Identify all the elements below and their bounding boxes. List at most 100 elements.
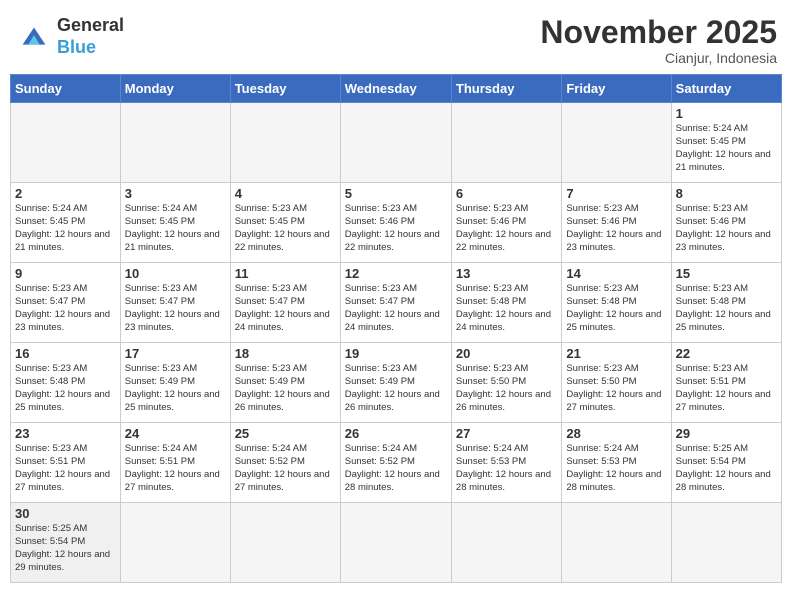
day-info: Sunrise: 5:23 AMSunset: 5:48 PMDaylight:… <box>15 363 116 414</box>
day-info: Sunrise: 5:23 AMSunset: 5:46 PMDaylight:… <box>676 203 777 254</box>
location: Cianjur, Indonesia <box>540 50 777 66</box>
calendar-week-4: 16Sunrise: 5:23 AMSunset: 5:48 PMDayligh… <box>11 343 782 423</box>
day-number: 23 <box>15 426 116 441</box>
title-block: November 2025 Cianjur, Indonesia <box>540 15 777 66</box>
calendar-cell <box>562 503 671 583</box>
calendar-cell: 10Sunrise: 5:23 AMSunset: 5:47 PMDayligh… <box>120 263 230 343</box>
calendar-cell: 23Sunrise: 5:23 AMSunset: 5:51 PMDayligh… <box>11 423 121 503</box>
calendar-week-1: 1 Sunrise: 5:24 AMSunset: 5:45 PMDaylight… <box>11 103 782 183</box>
header-monday: Monday <box>120 75 230 103</box>
calendar-week-6: 30 Sunrise: 5:25 AMSunset: 5:54 PMDayligh… <box>11 503 782 583</box>
calendar-cell: 11 Sunrise: 5:23 AMSunset: 5:47 PMDayligh… <box>230 263 340 343</box>
day-info: Sunrise: 5:23 AMSunset: 5:47 PMDaylight:… <box>235 283 336 334</box>
day-number: 28 <box>566 426 666 441</box>
header-sunday: Sunday <box>11 75 121 103</box>
header-wednesday: Wednesday <box>340 75 451 103</box>
calendar-cell: 3 Sunrise: 5:24 AMSunset: 5:45 PMDaylight… <box>120 183 230 263</box>
calendar-cell: 29Sunrise: 5:25 AMSunset: 5:54 PMDayligh… <box>671 423 781 503</box>
day-number: 14 <box>566 266 666 281</box>
day-number: 26 <box>345 426 447 441</box>
day-number: 13 <box>456 266 557 281</box>
day-number: 1 <box>676 106 777 121</box>
calendar-cell: 17Sunrise: 5:23 AMSunset: 5:49 PMDayligh… <box>120 343 230 423</box>
header-tuesday: Tuesday <box>230 75 340 103</box>
calendar-cell: 16Sunrise: 5:23 AMSunset: 5:48 PMDayligh… <box>11 343 121 423</box>
calendar-cell <box>11 103 121 183</box>
calendar-cell: 25 Sunrise: 5:24 AMSunset: 5:52 PMDayligh… <box>230 423 340 503</box>
calendar-cell: 21Sunrise: 5:23 AMSunset: 5:50 PMDayligh… <box>562 343 671 423</box>
calendar-cell: 13 Sunrise: 5:23 AMSunset: 5:48 PMDayligh… <box>451 263 561 343</box>
month-title: November 2025 <box>540 15 777 50</box>
calendar-cell: 27Sunrise: 5:24 AMSunset: 5:53 PMDayligh… <box>451 423 561 503</box>
day-number: 9 <box>15 266 116 281</box>
day-number: 18 <box>235 346 336 361</box>
calendar-cell: 6 Sunrise: 5:23 AMSunset: 5:46 PMDaylight… <box>451 183 561 263</box>
day-info: Sunrise: 5:23 AMSunset: 5:48 PMDaylight:… <box>676 283 777 334</box>
day-info: Sunrise: 5:24 AMSunset: 5:45 PMDaylight:… <box>125 203 226 254</box>
header-friday: Friday <box>562 75 671 103</box>
day-info: Sunrise: 5:24 AMSunset: 5:45 PMDaylight:… <box>15 203 116 254</box>
day-info: Sunrise: 5:23 AMSunset: 5:47 PMDaylight:… <box>345 283 447 334</box>
generalblue-logo-icon <box>15 18 53 56</box>
day-info: Sunrise: 5:23 AMSunset: 5:50 PMDaylight:… <box>456 363 557 414</box>
day-number: 21 <box>566 346 666 361</box>
day-number: 5 <box>345 186 447 201</box>
calendar-cell: 4Sunrise: 5:23 AMSunset: 5:45 PMDaylight… <box>230 183 340 263</box>
day-number: 6 <box>456 186 557 201</box>
calendar-cell: 22Sunrise: 5:23 AMSunset: 5:51 PMDayligh… <box>671 343 781 423</box>
day-number: 8 <box>676 186 777 201</box>
day-number: 25 <box>235 426 336 441</box>
day-info: Sunrise: 5:23 AMSunset: 5:49 PMDaylight:… <box>125 363 226 414</box>
day-info: Sunrise: 5:23 AMSunset: 5:49 PMDaylight:… <box>345 363 447 414</box>
calendar-cell: 12Sunrise: 5:23 AMSunset: 5:47 PMDayligh… <box>340 263 451 343</box>
logo: General Blue <box>15 15 124 58</box>
calendar-week-5: 23Sunrise: 5:23 AMSunset: 5:51 PMDayligh… <box>11 423 782 503</box>
day-info: Sunrise: 5:23 AMSunset: 5:48 PMDaylight:… <box>566 283 666 334</box>
calendar-cell: 30 Sunrise: 5:25 AMSunset: 5:54 PMDayligh… <box>11 503 121 583</box>
day-info: Sunrise: 5:23 AMSunset: 5:46 PMDaylight:… <box>566 203 666 254</box>
day-number: 19 <box>345 346 447 361</box>
day-info: Sunrise: 5:23 AMSunset: 5:46 PMDaylight:… <box>456 203 557 254</box>
day-number: 20 <box>456 346 557 361</box>
day-number: 10 <box>125 266 226 281</box>
day-number: 24 <box>125 426 226 441</box>
calendar-cell <box>340 103 451 183</box>
day-info: Sunrise: 5:23 AMSunset: 5:48 PMDaylight:… <box>456 283 557 334</box>
page-header: General Blue November 2025 Cianjur, Indo… <box>10 10 782 66</box>
day-info: Sunrise: 5:24 AMSunset: 5:53 PMDaylight:… <box>456 443 557 494</box>
header-saturday: Saturday <box>671 75 781 103</box>
logo-text: General Blue <box>57 15 124 58</box>
calendar-week-3: 9 Sunrise: 5:23 AMSunset: 5:47 PMDaylight… <box>11 263 782 343</box>
day-info: Sunrise: 5:23 AMSunset: 5:47 PMDaylight:… <box>15 283 116 334</box>
day-info: Sunrise: 5:23 AMSunset: 5:51 PMDaylight:… <box>676 363 777 414</box>
calendar-cell <box>120 503 230 583</box>
day-info: Sunrise: 5:23 AMSunset: 5:49 PMDaylight:… <box>235 363 336 414</box>
day-info: Sunrise: 5:23 AMSunset: 5:46 PMDaylight:… <box>345 203 447 254</box>
calendar-table: SundayMondayTuesdayWednesdayThursdayFrid… <box>10 74 782 583</box>
day-number: 11 <box>235 266 336 281</box>
day-info: Sunrise: 5:24 AMSunset: 5:51 PMDaylight:… <box>125 443 226 494</box>
calendar-cell: 20 Sunrise: 5:23 AMSunset: 5:50 PMDayligh… <box>451 343 561 423</box>
day-info: Sunrise: 5:25 AMSunset: 5:54 PMDaylight:… <box>676 443 777 494</box>
calendar-cell: 8 Sunrise: 5:23 AMSunset: 5:46 PMDaylight… <box>671 183 781 263</box>
calendar-cell <box>230 503 340 583</box>
day-info: Sunrise: 5:24 AMSunset: 5:52 PMDaylight:… <box>345 443 447 494</box>
calendar-cell: 19 Sunrise: 5:23 AMSunset: 5:49 PMDayligh… <box>340 343 451 423</box>
calendar-cell: 28Sunrise: 5:24 AMSunset: 5:53 PMDayligh… <box>562 423 671 503</box>
day-info: Sunrise: 5:23 AMSunset: 5:45 PMDaylight:… <box>235 203 336 254</box>
day-number: 3 <box>125 186 226 201</box>
calendar-cell: 18 Sunrise: 5:23 AMSunset: 5:49 PMDayligh… <box>230 343 340 423</box>
day-info: Sunrise: 5:24 AMSunset: 5:45 PMDaylight:… <box>676 123 777 174</box>
calendar-cell: 14 Sunrise: 5:23 AMSunset: 5:48 PMDayligh… <box>562 263 671 343</box>
calendar-cell: 24 Sunrise: 5:24 AMSunset: 5:51 PMDayligh… <box>120 423 230 503</box>
calendar-cell <box>120 103 230 183</box>
calendar-cell: 9 Sunrise: 5:23 AMSunset: 5:47 PMDaylight… <box>11 263 121 343</box>
day-info: Sunrise: 5:24 AMSunset: 5:52 PMDaylight:… <box>235 443 336 494</box>
day-info: Sunrise: 5:25 AMSunset: 5:54 PMDaylight:… <box>15 523 116 574</box>
header-thursday: Thursday <box>451 75 561 103</box>
calendar-cell: 15Sunrise: 5:23 AMSunset: 5:48 PMDayligh… <box>671 263 781 343</box>
day-number: 2 <box>15 186 116 201</box>
calendar-header-row: SundayMondayTuesdayWednesdayThursdayFrid… <box>11 75 782 103</box>
calendar-cell <box>451 503 561 583</box>
day-number: 30 <box>15 506 116 521</box>
